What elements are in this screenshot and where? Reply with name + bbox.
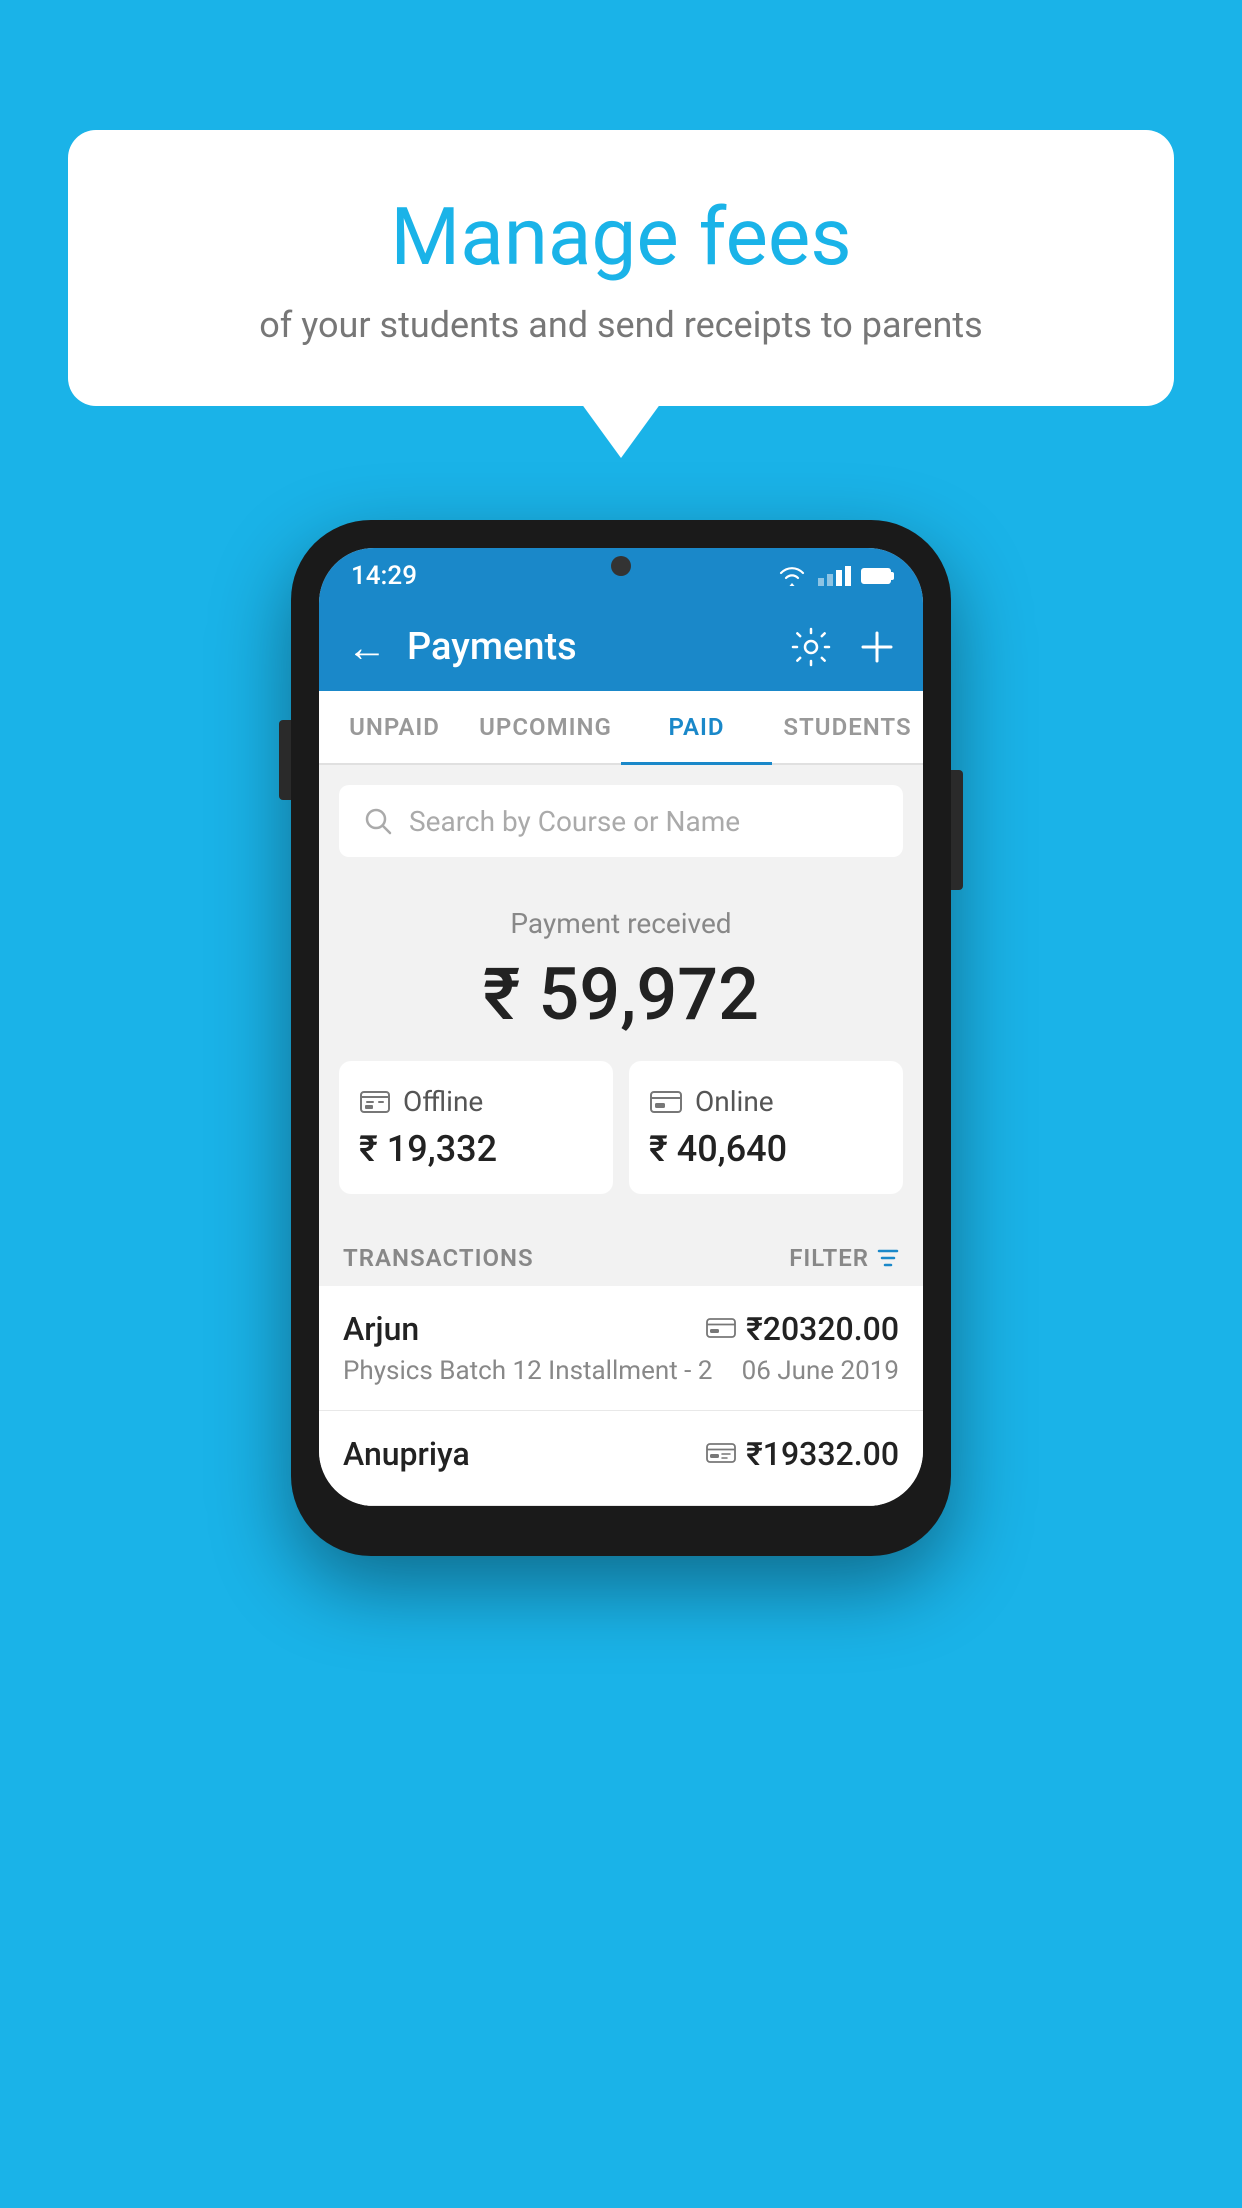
tab-unpaid[interactable]: UNPAID bbox=[319, 691, 470, 763]
transaction-name: Anupriya bbox=[343, 1435, 470, 1473]
search-icon bbox=[363, 806, 393, 836]
app-bar-title: Payments bbox=[407, 625, 791, 669]
transaction-name: Arjun bbox=[343, 1310, 419, 1348]
tab-students[interactable]: STUDENTS bbox=[772, 691, 923, 763]
payment-total-amount: ₹ 59,972 bbox=[339, 952, 903, 1037]
search-placeholder: Search by Course or Name bbox=[409, 805, 740, 838]
transaction-row[interactable]: Anupriya ₹19332.00 bbox=[319, 1411, 923, 1506]
speech-bubble: Manage fees of your students and send re… bbox=[68, 130, 1174, 406]
signal-icon bbox=[818, 566, 851, 586]
transaction-amount: ₹20320.00 bbox=[746, 1310, 899, 1348]
transaction-course: Physics Batch 12 Installment - 2 bbox=[343, 1356, 712, 1386]
bubble-subtitle: of your students and send receipts to pa… bbox=[148, 304, 1094, 346]
online-card: Online ₹ 40,640 bbox=[629, 1061, 903, 1194]
offline-card: Offline ₹ 19,332 bbox=[339, 1061, 613, 1194]
gear-icon[interactable] bbox=[791, 627, 831, 667]
offline-label: Offline bbox=[403, 1085, 483, 1118]
back-button[interactable]: ← bbox=[347, 624, 387, 671]
app-bar: ← Payments bbox=[319, 603, 923, 691]
transaction-date: 06 June 2019 bbox=[742, 1356, 899, 1386]
online-amount: ₹ 40,640 bbox=[649, 1128, 883, 1170]
offline-payment-icon bbox=[706, 1442, 736, 1466]
tabs: UNPAID UPCOMING PAID STUDENTS bbox=[319, 691, 923, 765]
offline-payment-icon bbox=[359, 1088, 391, 1116]
wifi-icon bbox=[776, 565, 808, 587]
phone-screen: 14:29 bbox=[319, 548, 923, 1506]
battery-icon bbox=[861, 568, 891, 584]
phone-frame: 14:29 bbox=[291, 520, 951, 1556]
transactions-label: TRANSACTIONS bbox=[343, 1244, 534, 1272]
transaction-row[interactable]: Arjun ₹20320.00 Physics Batch 12 Install… bbox=[319, 1286, 923, 1411]
filter-button[interactable]: FILTER bbox=[789, 1244, 899, 1272]
payment-received-label: Payment received bbox=[339, 907, 903, 940]
plus-icon[interactable] bbox=[859, 629, 895, 665]
payment-summary: Payment received ₹ 59,972 bbox=[319, 877, 923, 1224]
search-bar-wrapper: Search by Course or Name bbox=[319, 765, 923, 877]
speech-bubble-wrapper: Manage fees of your students and send re… bbox=[68, 130, 1174, 406]
search-bar[interactable]: Search by Course or Name bbox=[339, 785, 903, 857]
status-icons bbox=[776, 565, 891, 587]
tab-upcoming[interactable]: UPCOMING bbox=[470, 691, 621, 763]
app-bar-actions bbox=[791, 627, 895, 667]
online-payment-icon bbox=[706, 1317, 736, 1341]
filter-icon bbox=[877, 1247, 899, 1269]
bubble-title: Manage fees bbox=[148, 190, 1094, 284]
filter-label: FILTER bbox=[789, 1244, 869, 1272]
transaction-amount: ₹19332.00 bbox=[746, 1435, 899, 1473]
page-background: Manage fees of your students and send re… bbox=[0, 0, 1242, 2208]
offline-amount: ₹ 19,332 bbox=[359, 1128, 593, 1170]
online-payment-icon bbox=[649, 1089, 683, 1115]
transactions-header: TRANSACTIONS FILTER bbox=[319, 1224, 923, 1286]
online-label: Online bbox=[695, 1085, 774, 1118]
tab-paid[interactable]: PAID bbox=[621, 691, 772, 763]
status-time: 14:29 bbox=[351, 561, 417, 591]
camera-dot bbox=[611, 556, 631, 576]
payment-cards: Offline ₹ 19,332 bbox=[339, 1061, 903, 1194]
phone-wrapper: 14:29 bbox=[291, 520, 951, 1556]
